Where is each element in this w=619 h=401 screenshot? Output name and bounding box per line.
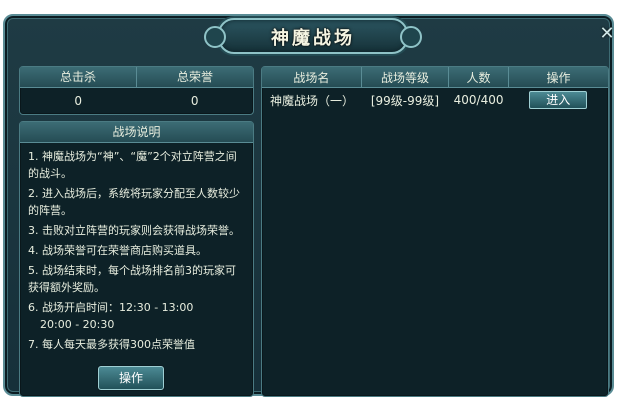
rule-item: 5. 战场结束时，每个战场排名前3的玩家可获得额外奖励。 bbox=[28, 264, 236, 294]
total-honor-header: 总荣誉 bbox=[136, 67, 253, 88]
rule-item: 6. 战场开启时间：12:30 - 13:00 bbox=[28, 301, 194, 314]
description-panel: 战场说明 1. 神魔战场为“神”、“魔”2个对立阵营之间的战斗。 2. 进入战场… bbox=[19, 121, 254, 397]
battlefield-level: [99级-99级] bbox=[370, 93, 440, 108]
description-title: 战场说明 bbox=[20, 122, 253, 143]
action-cell: 进入 bbox=[509, 88, 609, 113]
rule-item-continued: 20:00 - 20:30 bbox=[40, 318, 115, 331]
title-plaque: 神魔战场 bbox=[204, 18, 422, 54]
column-header-level: 战场等级 bbox=[360, 67, 449, 88]
rule-item: 1. 神魔战场为“神”、“魔”2个对立阵营之间的战斗。 bbox=[28, 150, 237, 180]
operate-button[interactable]: 操作 bbox=[98, 366, 164, 390]
battlefield-count: 400/400 bbox=[453, 93, 504, 107]
total-kills-header: 总击杀 bbox=[20, 67, 136, 88]
window-title: 神魔战场 bbox=[271, 28, 355, 49]
column-header-name: 战场名 bbox=[262, 67, 362, 88]
column-header-count: 人数 bbox=[448, 67, 509, 88]
battlefield-name: 神魔战场（一） bbox=[270, 93, 355, 108]
close-icon[interactable]: ✕ bbox=[597, 24, 617, 44]
enter-button[interactable]: 进入 bbox=[529, 91, 588, 109]
total-honor-value: 0 bbox=[190, 94, 199, 108]
rule-item: 3. 击败对立阵营的玩家则会获得战场荣誉。 bbox=[28, 224, 240, 237]
battlefield-window: 神魔战场 ✕ 总击杀 总荣誉 0 0 战场说明 1. 神魔战场为“神”、“魔”2… bbox=[3, 14, 617, 397]
rule-item: 7. 每人每天最多获得300点荣誉值 bbox=[28, 338, 195, 351]
rules-list: 1. 神魔战场为“神”、“魔”2个对立阵营之间的战斗。 2. 进入战场后，系统将… bbox=[20, 143, 253, 353]
battlefield-list-panel: 战场名 战场等级 人数 操作 神魔战场（一） [99级-99级] 400/400… bbox=[261, 66, 609, 397]
total-kills-value: 0 bbox=[74, 94, 83, 108]
stats-panel: 总击杀 总荣誉 0 0 bbox=[19, 66, 254, 115]
battlefield-table: 战场名 战场等级 人数 操作 神魔战场（一） [99级-99级] 400/400… bbox=[262, 67, 608, 112]
rule-item: 4. 战场荣誉可在荣誉商店购买道具。 bbox=[28, 244, 207, 257]
rule-item: 2. 进入战场后，系统将玩家分配至人数较少的阵营。 bbox=[28, 187, 240, 217]
table-row: 神魔战场（一） [99级-99级] 400/400 进入 bbox=[262, 88, 608, 113]
column-header-action: 操作 bbox=[508, 67, 608, 88]
